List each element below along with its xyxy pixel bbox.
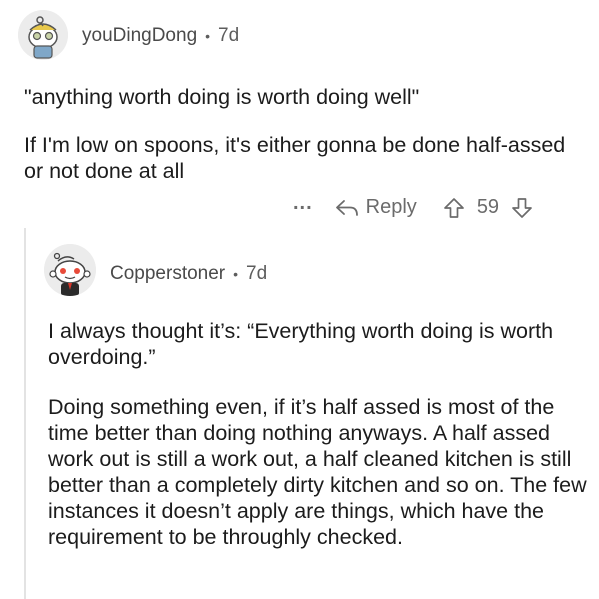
- upvote-arrow-icon[interactable]: [443, 197, 465, 219]
- comment-age: 7d: [218, 25, 240, 46]
- comment-age: 7d: [246, 263, 268, 284]
- meta-separator: •: [233, 266, 239, 282]
- comment-paragraph-1: "anything worth doing is worth doing wel…: [24, 85, 420, 109]
- username[interactable]: Copperstoner: [110, 263, 225, 285]
- downvote-arrow-icon[interactable]: [511, 197, 533, 219]
- username[interactable]: youDingDong: [82, 25, 197, 47]
- reddit-avatar-icon: [18, 10, 68, 60]
- comment-paragraph-2: Doing something even, if it’s half assed…: [48, 395, 587, 549]
- reply-arrow-icon: [335, 199, 358, 216]
- reddit-avatar-icon: [44, 244, 96, 296]
- comment-meta: youDingDong • 7d: [82, 25, 239, 47]
- reply-label: Reply: [365, 196, 417, 218]
- reply-button[interactable]: Reply: [335, 196, 417, 219]
- avatar-youdingdong[interactable]: [18, 10, 68, 60]
- vote-controls: 59: [443, 196, 533, 219]
- comment-paragraph-2: If I'm low on spoons, it's either gonna …: [24, 133, 566, 183]
- vote-score: 59: [476, 196, 500, 218]
- thread-line[interactable]: [24, 228, 26, 599]
- comment-paragraph-1: I always thought it’s: “Everything worth…: [48, 319, 554, 369]
- more-options-icon[interactable]: ...: [293, 192, 313, 215]
- comment-actions: ... Reply 59: [293, 192, 533, 219]
- meta-separator: •: [205, 28, 211, 44]
- avatar-copperstoner[interactable]: [44, 244, 96, 296]
- comment-meta: Copperstoner • 7d: [110, 263, 267, 285]
